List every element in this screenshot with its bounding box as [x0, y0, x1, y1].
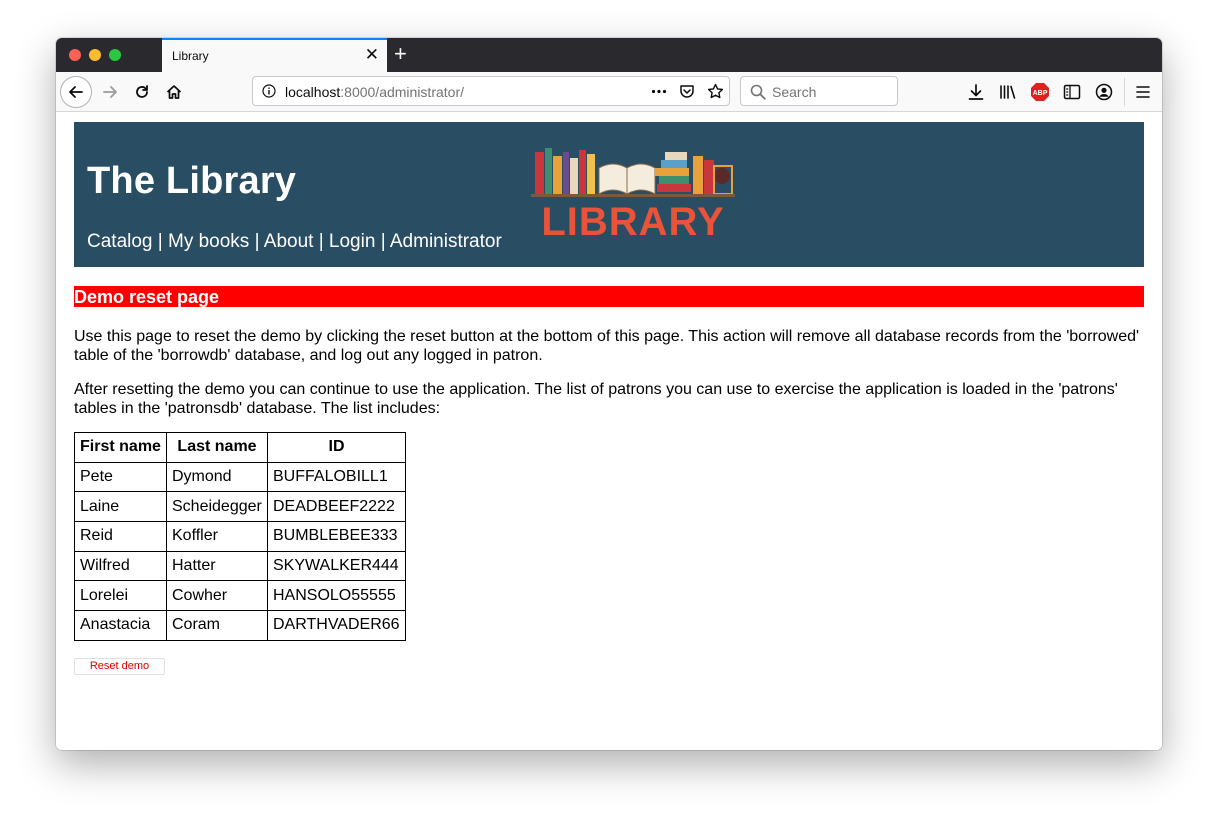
sidebar-icon	[1063, 84, 1081, 100]
table-cell: Wilfred	[74, 550, 167, 582]
url-host: localhost	[285, 84, 341, 100]
tab-strip: Library ✕ +	[56, 38, 1162, 72]
more-dots-icon[interactable]	[651, 89, 667, 94]
svg-text:ABP: ABP	[1033, 90, 1048, 97]
column-header-last-name: Last name	[166, 432, 268, 463]
table-cell: SKYWALKER444	[267, 550, 406, 582]
nav-link-login[interactable]: Login	[329, 231, 376, 252]
url-bar[interactable]: localhost:8000/administrator/	[252, 76, 730, 106]
home-button[interactable]	[158, 76, 190, 108]
table-cell: BUMBLEBEE333	[267, 521, 406, 552]
table-row: Pete Dymond BUFFALOBILL1	[74, 461, 406, 493]
menu-button[interactable]	[1133, 82, 1153, 102]
page-title: Demo reset page	[74, 287, 220, 307]
table-cell: Lorelei	[74, 580, 167, 612]
download-icon	[968, 84, 984, 100]
navigation-toolbar: localhost:8000/administrator/ Search ABP	[56, 72, 1162, 112]
back-button[interactable]	[60, 76, 92, 108]
account-icon	[1095, 83, 1113, 101]
zoom-window-button[interactable]	[109, 49, 121, 61]
nav-separator: |	[313, 231, 329, 252]
table-cell: Reid	[74, 521, 167, 552]
home-icon	[166, 85, 182, 99]
account-button[interactable]	[1094, 82, 1114, 102]
url-path: :8000/administrator/	[340, 84, 464, 100]
nav-link-my-books[interactable]: My books	[168, 231, 249, 252]
forward-button[interactable]	[94, 76, 126, 108]
pocket-icon[interactable]	[679, 83, 695, 99]
table-cell: Scheidegger	[166, 491, 268, 523]
table-cell: Cowher	[166, 580, 268, 612]
table-cell: Koffler	[166, 521, 268, 552]
column-header-id: ID	[267, 432, 406, 463]
close-window-button[interactable]	[69, 49, 81, 61]
page-content: The Library Catalog | My books | About |…	[56, 112, 1162, 750]
table-cell: Dymond	[166, 461, 268, 493]
info-icon[interactable]	[262, 84, 276, 98]
search-bar[interactable]: Search	[740, 76, 898, 106]
sidebar-button[interactable]	[1062, 82, 1082, 102]
toolbar-separator	[1124, 78, 1125, 106]
nav-link-administrator[interactable]: Administrator	[390, 231, 502, 252]
table-cell: DEADBEEF2222	[267, 491, 406, 523]
tab-title: Library	[172, 49, 209, 63]
nav-separator: |	[375, 231, 390, 252]
page-banner: Demo reset page	[74, 286, 1144, 307]
reload-button[interactable]	[126, 76, 158, 108]
table-row: Lorelei Cowher HANSOLO55555	[74, 580, 406, 612]
minimize-window-button[interactable]	[89, 49, 101, 61]
table-cell: Anastacia	[74, 610, 167, 641]
patrons-table: First name Last name ID Pete Dymond BUFF…	[74, 432, 406, 641]
table-cell: Coram	[166, 610, 268, 641]
table-row: Anastacia Coram DARTHVADER66	[74, 610, 406, 641]
table-cell: BUFFALOBILL1	[267, 461, 406, 493]
library-icon	[1000, 85, 1016, 99]
table-row: Wilfred Hatter SKYWALKER444	[74, 550, 406, 582]
nav-separator: |	[249, 231, 264, 252]
site-nav: Catalog | My books | About | Login | Adm…	[87, 231, 502, 253]
reload-icon	[136, 85, 148, 98]
url-text[interactable]: localhost:8000/administrator/	[285, 84, 464, 100]
table-cell: HANSOLO55555	[267, 580, 406, 612]
nav-link-catalog[interactable]: Catalog	[87, 231, 153, 252]
table-cell: Laine	[74, 491, 167, 523]
site-header: The Library Catalog | My books | About |…	[74, 122, 1144, 267]
downloads-button[interactable]	[966, 82, 986, 102]
table-cell: DARTHVADER66	[267, 610, 406, 641]
intro-paragraph: Use this page to reset the demo by click…	[74, 328, 1140, 364]
site-title: The Library	[87, 160, 297, 202]
library-button[interactable]	[998, 82, 1018, 102]
tab-close-icon[interactable]: ✕	[365, 45, 379, 65]
back-arrow-icon	[69, 86, 83, 98]
browser-window: Library ✕ + localhost:8000/administrator…	[56, 38, 1162, 750]
table-row: Reid Koffler BUMBLEBEE333	[74, 521, 406, 552]
tab-library[interactable]: Library ✕	[162, 38, 387, 72]
table-cell: Hatter	[166, 550, 268, 582]
table-header-row: First name Last name ID	[74, 432, 406, 463]
hamburger-menu-icon	[1136, 86, 1150, 98]
nav-link-about[interactable]: About	[264, 231, 314, 252]
nav-separator: |	[152, 231, 168, 252]
table-cell: Pete	[74, 461, 167, 493]
column-header-first-name: First name	[74, 432, 167, 463]
forward-arrow-icon	[103, 86, 117, 98]
search-icon	[750, 84, 766, 100]
adblock-icon: ABP	[1031, 83, 1049, 101]
star-icon[interactable]	[707, 83, 724, 100]
adblock-button[interactable]: ABP	[1030, 82, 1050, 102]
patrons-paragraph: After resetting the demo you can continu…	[74, 381, 1118, 417]
reset-demo-button[interactable]: Reset demo	[74, 658, 165, 675]
table-row: Laine Scheidegger DEADBEEF2222	[74, 491, 406, 523]
library-logo: LIBRARY	[531, 148, 735, 238]
svg-text:LIBRARY: LIBRARY	[541, 200, 724, 238]
new-tab-button[interactable]: +	[394, 41, 407, 67]
search-input[interactable]: Search	[772, 84, 816, 100]
